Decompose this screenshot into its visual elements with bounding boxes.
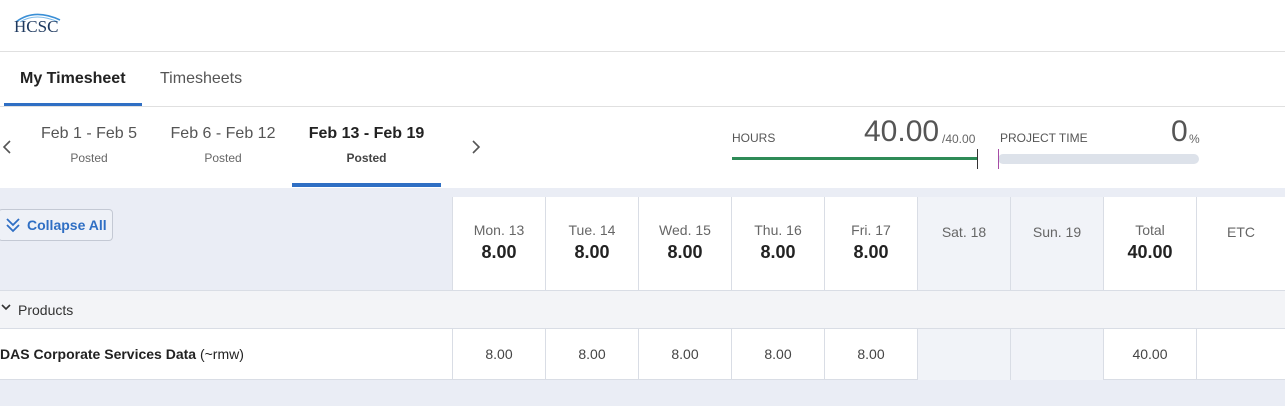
chevron-right-icon[interactable] [471,137,481,160]
total-hours: 40.00 [1127,242,1173,262]
chevron-down-icon [0,301,12,319]
hcsc-logo[interactable]: HCSC [12,10,64,40]
project-name: DAS Corporate Services Data (~rmw) [0,346,244,362]
day-header-sun: Sun. 19 [1010,197,1103,290]
project-time-label: PROJECT TIME [1000,131,1088,145]
day-name: Thu. 16 [754,222,802,238]
week-feb13-feb19[interactable]: Feb 13 - Feb 19 Posted [292,125,441,165]
day-header-sat: Sat. 18 [917,197,1010,290]
week-status: Posted [204,151,242,165]
hours-label: HOURS [732,131,776,145]
row-total-cell: 40.00 [1103,329,1196,380]
week-feb6-feb12[interactable]: Feb 6 - Feb 12 Posted [162,125,284,165]
hours-value: 40.00 [864,115,940,148]
hours-bar-fill [732,157,978,160]
week-range: Feb 6 - Feb 12 [170,125,276,142]
total-header: Total 40.00 [1103,197,1196,290]
section-products[interactable]: Products [0,290,1285,329]
day-name: Mon. 13 [473,222,525,238]
day-hours: 8.00 [481,242,517,262]
day-name: Tue. 14 [568,222,616,238]
hours-cell-thu[interactable]: 8.00 [731,329,824,380]
day-header-tue: Tue. 14 8.00 [545,197,638,290]
main-tabs: My Timesheet Timesheets [0,52,1285,107]
section-label: Products [18,302,74,318]
chevron-left-icon[interactable] [2,137,12,160]
week-feb1-feb5[interactable]: Feb 1 - Feb 5 Posted [30,125,148,165]
day-name: Fri. 17 [851,222,891,238]
hours-limit-marker [977,149,978,169]
hours-cell-tue[interactable]: 8.00 [545,329,638,380]
day-header-mon: Mon. 13 8.00 [452,197,545,290]
double-chevron-down-icon [5,214,21,244]
day-hours: 8.00 [667,242,703,262]
day-hours: 8.00 [574,242,610,262]
project-time-value: 0 [1171,115,1188,148]
week-range: Feb 13 - Feb 19 [308,125,425,142]
total-label: Total [1135,222,1165,238]
collapse-all-button[interactable]: Collapse All [0,209,113,241]
tab-my-timesheet[interactable]: My Timesheet [4,52,142,106]
collapse-all-label: Collapse All [27,217,107,233]
logo-text: HCSC [14,17,59,36]
timesheet-grid: Collapse All Mon. 13 8.00 Tue. 14 8.00 W… [0,188,1285,406]
hours-cell-mon[interactable]: 8.00 [452,329,545,380]
week-status: Posted [346,151,387,165]
project-time-marker [998,149,999,169]
day-name: Sun. 19 [1032,224,1082,240]
tab-timesheets[interactable]: Timesheets [144,52,258,106]
hours-cell-wed[interactable]: 8.00 [638,329,731,380]
hours-max: /40.00 [942,132,976,146]
project-time-unit: % [1189,132,1200,146]
top-bar: HCSC [0,0,1285,52]
project-name-bold: DAS Corporate Services Data [0,346,197,362]
day-name: Sat. 18 [941,224,987,240]
active-week-underline [292,183,441,187]
day-name: Wed. 15 [659,222,711,238]
week-status: Posted [70,151,108,165]
etc-header: ETC [1196,197,1285,290]
day-header-wed: Wed. 15 8.00 [638,197,731,290]
etc-label: ETC [1227,224,1255,240]
day-hours: 8.00 [853,242,889,262]
week-range: Feb 1 - Feb 5 [40,125,138,142]
hours-cell-sun[interactable] [1010,329,1103,380]
day-header-fri: Fri. 17 8.00 [824,197,917,290]
etc-cell[interactable] [1196,329,1285,380]
week-navigation: Feb 1 - Feb 5 Posted Feb 6 - Feb 12 Post… [0,107,1285,188]
hours-cell-sat[interactable] [917,329,1010,380]
grid-header-left: Collapse All [0,188,452,290]
project-time-bar-track [998,154,1199,164]
day-header-thu: Thu. 16 8.00 [731,197,824,290]
hours-cell-fri[interactable]: 8.00 [824,329,917,380]
day-hours: 8.00 [760,242,796,262]
table-row: DAS Corporate Services Data (~rmw) 8.00 … [0,329,1285,380]
project-code: (~rmw) [196,346,244,362]
